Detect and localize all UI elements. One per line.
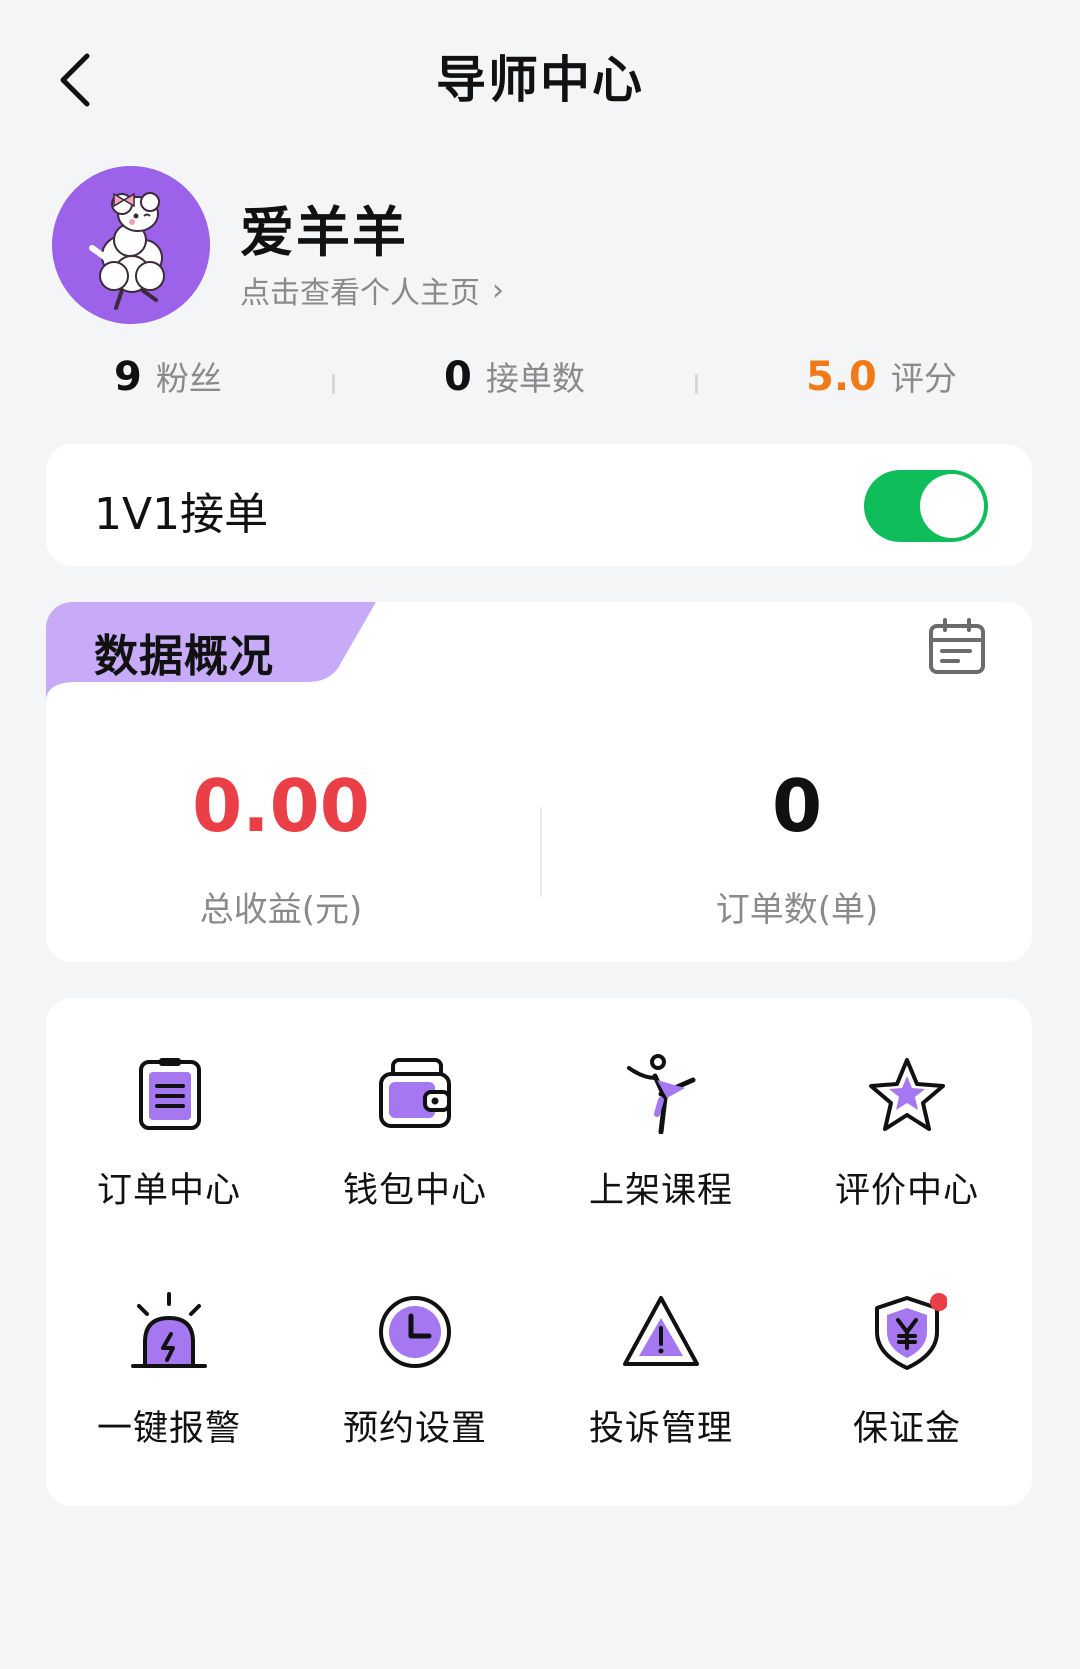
menu-item-emergency-alarm[interactable]: 一键报警 — [46, 1292, 292, 1492]
one-on-one-card: 1V1接单 — [46, 444, 1032, 566]
stat-fans[interactable]: 9 粉丝 — [114, 352, 222, 400]
profile-link[interactable]: 点击查看个人主页 › — [240, 268, 504, 312]
stat-label: 接单数 — [485, 359, 585, 398]
toggle-knob — [920, 474, 984, 538]
avatar[interactable] — [52, 166, 210, 324]
calendar-button[interactable] — [926, 616, 988, 678]
alarm-icon — [131, 1292, 207, 1368]
overview-title: 数据概况 — [94, 631, 274, 682]
divider — [540, 807, 542, 897]
stats-row: 9 粉丝 0 接单数 5.0 评分 — [0, 352, 1080, 422]
earnings-value: 0.00 — [192, 764, 370, 848]
stat-label: 评分 — [890, 359, 957, 398]
earnings-label: 总收益(元) — [199, 890, 363, 930]
profile-name: 爱羊羊 — [240, 201, 408, 264]
page-title: 导师中心 — [436, 51, 644, 109]
menu-item-label: 预约设置 — [342, 1409, 487, 1449]
menu-item-deposit[interactable]: 保证金 — [784, 1292, 1030, 1492]
menu-item-label: 上架课程 — [588, 1171, 733, 1211]
warning-icon — [623, 1296, 699, 1366]
page: 导师中心 爱羊羊 点击查看个人主页 › 9 粉丝 0 接单数 5.0 评分 1V… — [0, 0, 1080, 1669]
stat-value: 0 — [444, 354, 472, 400]
shield-yen-icon — [875, 1293, 947, 1370]
data-overview-card: 数据概况 0.00 总收益(元) 0 订单数(单) — [46, 602, 1032, 962]
feature-menu: 订单中心 钱包中心 上架课程 评价中心 一键报警 预约设置 投诉管理 保证金 — [46, 998, 1032, 1506]
one-on-one-label: 1V1接单 — [94, 489, 269, 540]
chevron-right-icon: › — [492, 272, 504, 308]
menu-item-review-center[interactable]: 评价中心 — [784, 1054, 1030, 1254]
menu-item-label: 评价中心 — [834, 1171, 979, 1211]
menu-item-label: 保证金 — [852, 1409, 961, 1449]
menu-item-label: 投诉管理 — [588, 1409, 733, 1449]
menu-item-complaint-management[interactable]: 投诉管理 — [538, 1292, 784, 1492]
menu-item-wallet-center[interactable]: 钱包中心 — [292, 1054, 538, 1254]
star-icon — [869, 1058, 945, 1131]
menu-item-publish-course[interactable]: 上架课程 — [538, 1054, 784, 1254]
stat-value: 9 — [114, 354, 142, 400]
orders-metric[interactable]: 0 订单数(单) — [562, 770, 1032, 931]
earnings-metric[interactable]: 0.00 总收益(元) — [46, 770, 516, 931]
sheep-avatar-icon — [52, 166, 210, 324]
stat-rating[interactable]: 5.0 评分 — [806, 352, 957, 400]
stat-value: 5.0 — [806, 354, 877, 400]
orders-value: 0 — [771, 764, 823, 848]
stat-orders-taken[interactable]: 0 接单数 — [444, 352, 585, 400]
dance-icon — [627, 1054, 696, 1134]
divider — [695, 374, 698, 394]
divider — [332, 374, 335, 394]
menu-item-label: 钱包中心 — [342, 1171, 487, 1211]
header: 导师中心 — [0, 0, 1080, 150]
clock-icon — [379, 1296, 451, 1368]
menu-item-label: 一键报警 — [96, 1409, 241, 1449]
stat-label: 粉丝 — [155, 359, 222, 398]
one-on-one-toggle[interactable] — [864, 470, 988, 542]
wallet-icon — [379, 1058, 451, 1128]
menu-item-label: 订单中心 — [96, 1171, 241, 1211]
menu-item-booking-settings[interactable]: 预约设置 — [292, 1292, 538, 1492]
orders-label: 订单数(单) — [715, 890, 879, 930]
profile-link-label: 点击查看个人主页 — [240, 276, 480, 311]
clipboard-icon — [139, 1058, 201, 1130]
menu-item-order-center[interactable]: 订单中心 — [46, 1054, 292, 1254]
calendar-icon — [929, 618, 985, 674]
